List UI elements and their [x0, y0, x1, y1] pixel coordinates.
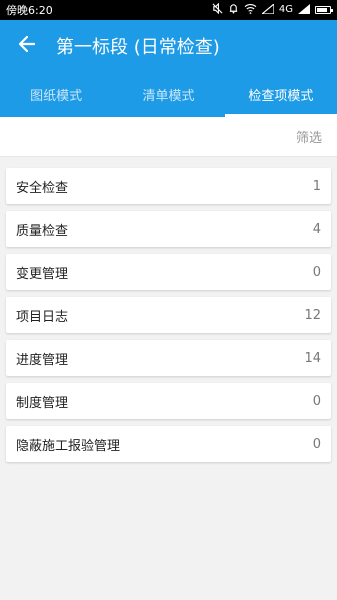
list-item[interactable]: 隐蔽施工报验管理 0 [6, 426, 331, 462]
wifi-icon [244, 3, 257, 17]
filter-button[interactable]: 筛选 [296, 127, 322, 146]
battery-fill [317, 8, 327, 12]
tab-checkitem-mode[interactable]: 检查项模式 [224, 72, 337, 117]
list-item[interactable]: 变更管理 0 [6, 254, 331, 290]
page-title: 第一标段 (日常检查) [56, 37, 220, 58]
app-bar: 第一标段 (日常检查) [0, 20, 337, 72]
battery-icon [315, 6, 333, 14]
item-count: 14 [304, 350, 321, 366]
list-item[interactable]: 项目日志 12 [6, 297, 331, 333]
status-icons: 4G [212, 2, 333, 17]
item-count: 0 [312, 436, 321, 452]
status-time: 傍晚6:20 [6, 4, 53, 17]
item-label: 隐蔽施工报验管理 [16, 438, 121, 454]
mute-icon [212, 2, 223, 17]
check-item-list: 安全检查 1 质量检查 4 变更管理 0 项目日志 12 进度管理 14 制度管… [0, 157, 337, 466]
tab-drawing-mode[interactable]: 图纸模式 [0, 72, 112, 117]
arrow-left-icon [18, 35, 36, 57]
list-item[interactable]: 进度管理 14 [6, 340, 331, 376]
item-count: 4 [312, 221, 321, 237]
signal-icon [260, 2, 275, 17]
alarm-icon [228, 3, 239, 17]
filter-bar: 筛选 [0, 117, 337, 157]
item-count: 0 [312, 264, 321, 280]
item-label: 安全检查 [16, 180, 69, 196]
tab-label: 清单模式 [142, 89, 195, 104]
back-button[interactable] [12, 31, 42, 61]
item-label: 项目日志 [16, 309, 69, 325]
item-count: 1 [312, 178, 321, 194]
status-bar: 傍晚6:20 4G [0, 0, 337, 20]
list-item[interactable]: 质量检查 4 [6, 211, 331, 247]
signal-icon-2 [298, 3, 310, 17]
item-label: 质量检查 [16, 223, 69, 239]
list-item[interactable]: 制度管理 0 [6, 383, 331, 419]
tab-label: 检查项模式 [248, 89, 314, 104]
item-label: 制度管理 [16, 395, 69, 411]
list-item[interactable]: 安全检查 1 [6, 168, 331, 204]
item-label: 进度管理 [16, 352, 69, 368]
network-type: 4G [278, 4, 293, 15]
tab-list-mode[interactable]: 清单模式 [112, 72, 224, 117]
item-label: 变更管理 [16, 266, 69, 282]
item-count: 0 [312, 393, 321, 409]
mode-tabs: 图纸模式 清单模式 检查项模式 [0, 72, 337, 117]
tab-label: 图纸模式 [30, 89, 83, 104]
item-count: 12 [304, 307, 321, 323]
